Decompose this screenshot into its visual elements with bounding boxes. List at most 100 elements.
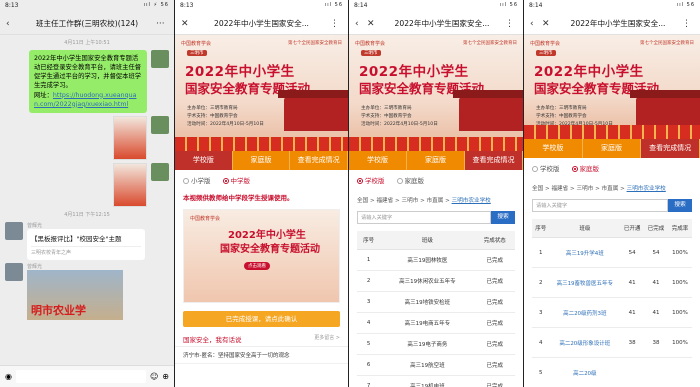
radio-school[interactable]: 学校版	[532, 163, 560, 173]
search-input[interactable]: 请输入关键字	[357, 211, 491, 224]
message-url-label: 网址：	[34, 91, 53, 99]
avatar[interactable]	[5, 262, 23, 281]
emoji-icon[interactable]: ☺	[150, 372, 158, 381]
breadcrumb-item[interactable]: 市直属	[602, 186, 619, 192]
poster-title-line1: 2022年中小学生	[228, 230, 306, 241]
tab-completion[interactable]: 查看完成情况	[465, 151, 523, 170]
cell-opened: 41	[620, 297, 645, 328]
close-icon[interactable]: ✕	[367, 19, 379, 29]
avatar[interactable]	[151, 50, 169, 68]
avatar[interactable]	[151, 162, 169, 181]
cell-class: 高三19航空班	[380, 354, 475, 376]
confirm-completed-button[interactable]: 已完成授课，请点此确认	[183, 311, 340, 327]
cell-index: 5	[532, 357, 550, 387]
class-status-table: 序号 班级 完成状态 1 高三19园林牧医 已完成 2 高三19休闲农业五年专 已完成 …	[357, 231, 515, 387]
column-header: 完成状态	[474, 231, 515, 250]
image-thumbnail[interactable]	[113, 115, 147, 160]
tab-family[interactable]: 家庭版	[233, 151, 291, 170]
search-input[interactable]: 请输入关键字	[532, 199, 668, 212]
flags-decoration	[349, 137, 523, 151]
avatar[interactable]	[151, 115, 169, 134]
sender-name: 曾辉光	[27, 263, 43, 270]
shared-article-card[interactable]: 【黑板报评比】"校园安全"主题 三明农校青年之声	[27, 228, 145, 260]
breadcrumb-item[interactable]: 福建省	[376, 198, 393, 204]
more-icon[interactable]: ⋮	[682, 19, 694, 29]
table-row: 1 高三19升学4班 54 54 100%	[532, 237, 692, 268]
back-arrow-icon[interactable]: ‹	[355, 19, 367, 29]
message-input[interactable]	[15, 370, 146, 383]
radio-primary[interactable]: 小学版	[183, 175, 211, 185]
cell-class-link[interactable]: 高三19升学4班	[549, 237, 621, 268]
cell-class-link[interactable]: 高三19畜牧兽医五年专	[549, 267, 621, 298]
video-poster[interactable]: 中国教育学会 2022年中小学生 国家安全教育专题活动 点击观看	[183, 209, 340, 303]
status-icons: ııl ⚡ 56	[143, 2, 169, 8]
breadcrumb-item[interactable]: 三明市	[577, 186, 594, 192]
cell-rate: 100%	[668, 297, 692, 328]
cell-class: 高三19电商五年专	[380, 312, 475, 334]
tab-school[interactable]: 学校版	[175, 151, 233, 170]
cell-class-link[interactable]: 高二20级形象设计班	[549, 327, 621, 358]
breadcrumb-item[interactable]: 全国	[357, 198, 368, 204]
message-outgoing: 2022年中小学生国家安全教育专题活动已经登录安全教育平台，请班主任督促学生通过…	[0, 50, 174, 113]
radio-school[interactable]: 学校版	[357, 175, 385, 185]
breadcrumb-school-link[interactable]: 三明市农业学校	[627, 186, 666, 192]
timestamp: 4月11日 下午12:15	[64, 211, 110, 218]
close-icon[interactable]: ✕	[181, 19, 193, 29]
search-button[interactable]: 搜索	[491, 211, 515, 224]
column-header: 序号	[532, 219, 550, 238]
back-arrow-icon[interactable]: ‹	[6, 19, 18, 29]
image-message[interactable]: 明市农业学	[27, 269, 123, 320]
tab-family[interactable]: 家庭版	[583, 139, 642, 158]
radio-family[interactable]: 家庭版	[396, 175, 424, 185]
card-title: 【黑板报评比】"校园安全"主题	[31, 234, 122, 243]
cell-class-link[interactable]: 高二20级药剂3班	[549, 297, 621, 328]
close-icon[interactable]: ✕	[542, 19, 554, 29]
search-button[interactable]: 搜索	[668, 199, 692, 212]
banner-support: 学术支持：中国教育学会	[536, 114, 587, 120]
breadcrumb-item[interactable]: 全国	[532, 186, 543, 192]
cell-class: 高三19园林牧医	[380, 249, 475, 271]
cell-index: 1	[357, 249, 381, 271]
banner-city-tag: 三明市	[361, 50, 381, 56]
cell-completed: 38	[644, 327, 668, 358]
cell-opened: 54	[620, 237, 645, 268]
status-time: 8:14	[529, 2, 543, 9]
cell-rate: 100%	[668, 267, 692, 298]
cell-index: 5	[357, 333, 381, 355]
banner-support: 学术支持：中国教育学会	[361, 114, 412, 120]
image-thumbnail[interactable]	[113, 162, 147, 207]
page-title: 2022年中小学生国家安全...	[570, 19, 666, 28]
avatar[interactable]	[5, 221, 23, 240]
more-comments-link[interactable]: 更多留言 >	[314, 334, 340, 344]
status-time: 8:14	[354, 2, 368, 9]
tab-school[interactable]: 学校版	[349, 151, 407, 170]
more-icon[interactable]: ···	[156, 19, 168, 29]
status-time: 8:13	[180, 2, 194, 9]
cell-opened: 38	[620, 327, 645, 358]
breadcrumb-item[interactable]: 市直属	[427, 198, 444, 204]
cell-class-link[interactable]: 高二20级	[549, 357, 621, 387]
plus-icon[interactable]: ⊕	[162, 372, 169, 381]
breadcrumb-item[interactable]: 福建省	[551, 186, 568, 192]
tab-completion[interactable]: 查看完成情况	[641, 139, 700, 158]
breadcrumb-item[interactable]: 三明市	[402, 198, 419, 204]
radio-middle[interactable]: 中学版	[222, 175, 250, 185]
tab-completion[interactable]: 查看完成情况	[290, 151, 348, 170]
tab-school[interactable]: 学校版	[524, 139, 583, 158]
radio-family[interactable]: 家庭版	[571, 163, 599, 173]
breadcrumb-school-link[interactable]: 三明市农业学校	[452, 198, 491, 204]
column-header: 班级	[549, 219, 621, 238]
search-bar: 请输入关键字 搜索	[357, 211, 515, 224]
message-bubble[interactable]: 2022年中小学生国家安全教育专题活动已经登录安全教育平台，请班主任督促学生通过…	[29, 50, 147, 113]
cell-index: 7	[357, 375, 381, 387]
more-icon[interactable]: ⋮	[505, 19, 517, 29]
table-row: 2 高三19畜牧兽医五年专 41 41 100%	[532, 267, 692, 298]
chat-header: ‹ 班主任工作群(三明农校)(124) ···	[0, 13, 174, 35]
cell-completed: 41	[644, 267, 668, 298]
voice-icon[interactable]: ◉	[5, 372, 12, 381]
more-icon[interactable]: ⋮	[330, 19, 342, 29]
tab-family[interactable]: 家庭版	[407, 151, 465, 170]
play-button[interactable]: 点击观看	[244, 262, 270, 270]
cell-status: 已完成	[474, 291, 515, 313]
back-arrow-icon[interactable]: ‹	[530, 19, 542, 29]
